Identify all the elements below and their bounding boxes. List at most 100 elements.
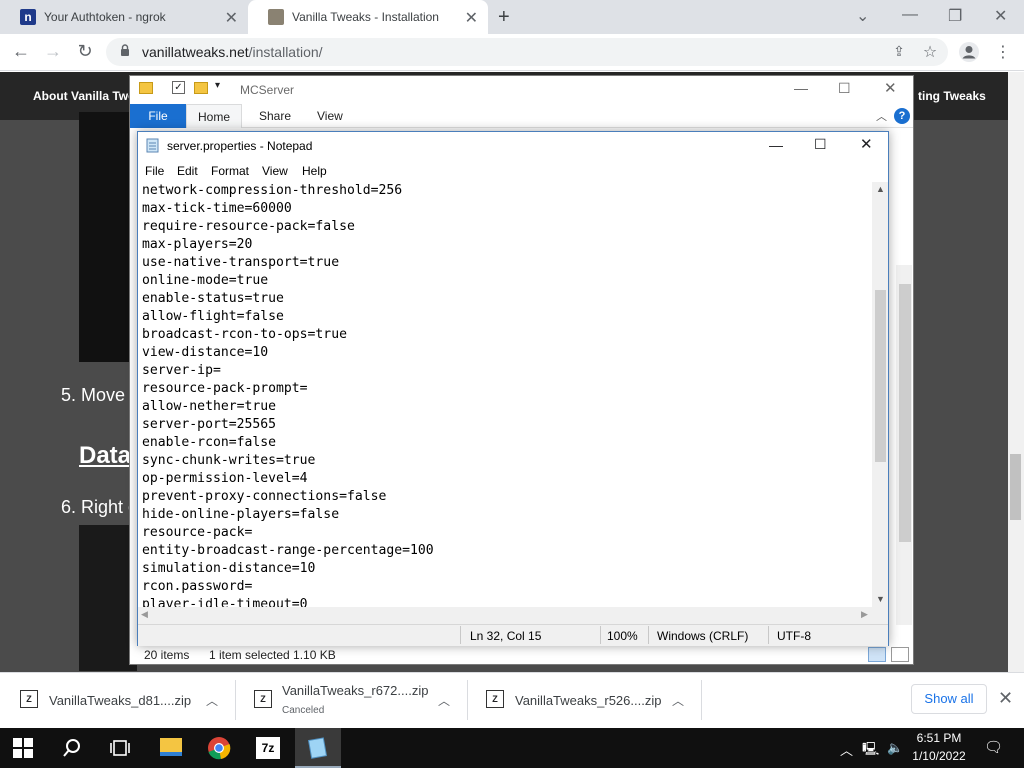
share-icon[interactable]: ⇪ [888,43,910,60]
ribbon-tab-view[interactable]: View [317,104,343,128]
text-line: view-distance=10 [142,345,269,360]
details-view-icon[interactable] [868,647,886,662]
file-explorer-taskbar-icon[interactable] [160,738,182,756]
menu-edit[interactable]: Edit [177,164,198,178]
volume-icon[interactable]: 🔈 [887,740,903,756]
ribbon-tab-file[interactable]: File [130,104,186,128]
download-filename: VanillaTweaks_d81....zip [49,693,192,708]
back-button[interactable]: ← [10,41,32,62]
scroll-up-arrow-icon[interactable]: ▲ [876,184,885,194]
network-icon[interactable]: 🖳 [862,740,879,762]
tab-vanilla-tweaks[interactable]: Vanilla Tweaks - Installation ✕ [248,0,488,34]
menu-format[interactable]: Format [211,164,249,178]
search-icon[interactable] [62,738,82,758]
ribbon-tab-home[interactable]: Home [186,104,242,128]
restore-button[interactable]: ❐ [948,6,962,26]
show-hidden-icons-icon[interactable]: ︿ [840,740,853,759]
text-line: simulation-distance=10 [142,561,316,576]
new-folder-icon[interactable] [194,82,208,94]
close-tab-icon[interactable]: ✕ [465,8,478,28]
ribbon-tab-share[interactable]: Share [259,104,291,128]
text-line: use-native-transport=true [142,255,340,270]
menu-file[interactable]: File [145,164,164,178]
notepad-close-button[interactable]: ✕ [860,135,873,153]
clock-time[interactable]: 6:51 PM [913,731,965,745]
url-text[interactable]: vanillatweaks.net/installation/ [142,44,323,60]
notepad-text-area[interactable]: network-compression-threshold=256 max-tic… [138,182,872,607]
text-line: max-players=20 [142,237,253,252]
close-window-button[interactable]: ✕ [994,6,1007,26]
new-tab-button[interactable]: + [498,6,510,29]
item-count: 20 items [144,648,190,662]
explorer-close-button[interactable]: ✕ [884,79,897,97]
download-filename: VanillaTweaks_r526....zip [515,693,662,708]
text-line: prevent-proxy-connections=false [142,489,387,504]
7zip-taskbar-icon[interactable]: 7z [256,737,280,759]
chrome-taskbar-icon[interactable] [207,736,231,760]
nav-about-link[interactable]: About Vanilla Twea [33,89,141,103]
notepad-horizontal-scrollbar[interactable] [138,607,872,624]
divider [467,680,468,720]
status-separator [648,626,649,644]
help-icon[interactable]: ? [894,108,910,124]
text-line: rcon.password= [142,579,253,594]
status-separator [768,626,769,644]
close-tab-icon[interactable]: ✕ [225,8,238,28]
explorer-maximize-button[interactable]: ☐ [838,80,851,97]
forward-button[interactable]: → [42,41,64,62]
clock-date[interactable]: 1/10/2022 [908,749,970,763]
notepad-maximize-button[interactable]: ☐ [814,136,827,153]
profile-avatar-icon[interactable] [958,41,980,63]
notepad-app-icon [146,138,159,153]
scroll-down-arrow-icon[interactable]: ▼ [876,594,885,604]
status-separator [460,626,461,644]
download-item[interactable]: Z VanillaTweaks_d81....zip ︿ [6,672,236,728]
text-line: resource-pack= [142,525,253,540]
chevron-up-icon[interactable]: ︿ [672,692,684,709]
zip-file-icon: Z [20,690,38,708]
notifications-icon[interactable]: 🗨 [984,738,1003,756]
tab-title: Your Authtoken - ngrok [44,10,166,24]
divider [701,680,702,720]
minimize-button[interactable]: — [902,6,918,24]
text-line: resource-pack-prompt= [142,381,308,396]
vanillatweaks-favicon-icon [268,9,284,25]
explorer-minimize-button[interactable]: — [794,80,808,96]
page-scrollbar[interactable] [1008,72,1024,672]
folder-icon [139,82,153,94]
tab-ngrok[interactable]: n Your Authtoken - ngrok ✕ [0,0,248,34]
ngrok-favicon-icon: n [20,9,36,25]
page-scroll-thumb[interactable] [1010,454,1021,520]
nav-crafting-tweaks-link[interactable]: ting Tweaks [918,89,986,103]
large-icons-view-icon[interactable] [891,647,909,662]
menu-kebab-icon[interactable]: ⋮ [992,42,1014,62]
text-line: sync-chunk-writes=true [142,453,316,468]
url-domain: vanillatweaks.net [142,44,249,60]
windows-start-icon[interactable] [13,738,33,758]
notepad-menubar [138,160,888,182]
menu-help[interactable]: Help [302,164,327,178]
scroll-right-arrow-icon[interactable]: ▶ [861,609,868,620]
show-all-button[interactable]: Show all [911,684,987,714]
close-downloads-icon[interactable]: ✕ [998,688,1013,709]
chevron-up-icon[interactable]: ︿ [438,692,450,709]
line-endings: Windows (CRLF) [657,629,749,643]
text-line: network-compression-threshold=256 [142,183,403,198]
notepad-minimize-button[interactable]: — [769,137,783,153]
ribbon-collapse-icon[interactable]: ︿ [876,108,887,124]
chevron-up-icon[interactable]: ︿ [206,692,218,709]
lock-icon[interactable] [120,44,130,56]
bookmark-star-icon[interactable]: ☆ [919,42,941,62]
reload-button[interactable]: ↻ [74,41,96,62]
quick-access-dropdown-icon[interactable]: ▾ [215,80,220,91]
notepad-scroll-thumb[interactable] [875,290,886,462]
task-view-icon[interactable] [109,738,131,758]
tab-search-icon[interactable]: ⌄ [856,6,869,26]
scroll-left-arrow-icon[interactable]: ◀ [141,609,148,620]
explorer-scroll-thumb[interactable] [899,284,911,542]
download-item[interactable]: Z VanillaTweaks_r526....zip ︿ [472,672,702,728]
download-item[interactable]: Z VanillaTweaks_r672....zip Canceled ︿ [240,672,468,728]
properties-icon[interactable]: ✓ [172,81,185,94]
menu-view[interactable]: View [262,164,288,178]
text-line: enable-status=true [142,291,284,306]
